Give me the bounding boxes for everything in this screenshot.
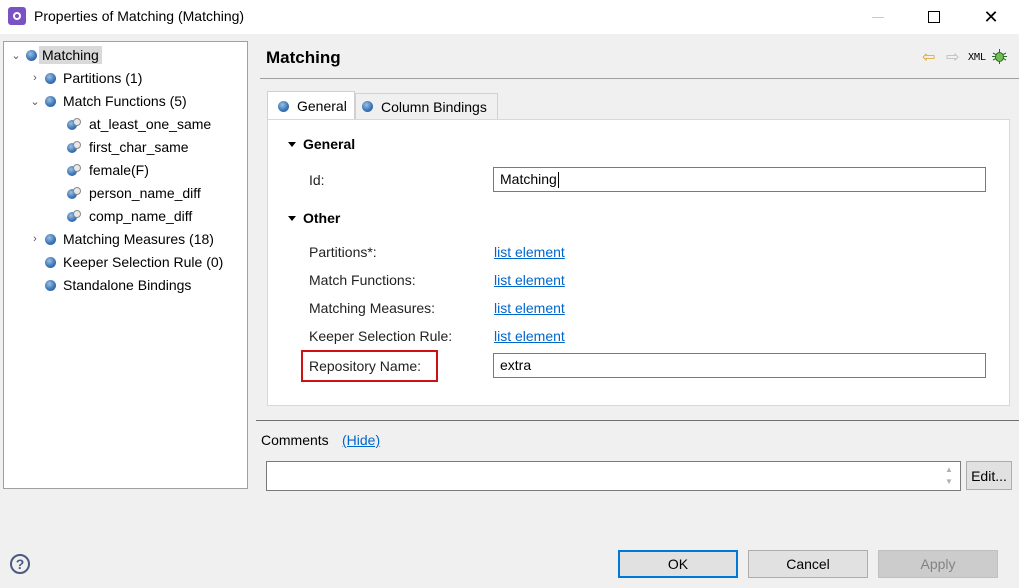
match-functions-list-link[interactable]: list element [494,272,565,288]
partitions-list-link[interactable]: list element [494,244,565,260]
tree-item-matching-measures[interactable]: › Matching Measures (18) [27,228,217,250]
section-title: General [303,136,356,152]
repository-name-value: extra [500,357,532,373]
text-cursor [557,172,559,189]
maximize-icon [928,11,940,23]
partitions-label: Partitions*: [309,244,377,260]
matching-measures-list-link[interactable]: list element [494,300,565,316]
title-bar: Properties of Matching (Matching) ✕ [0,0,1019,34]
cancel-button[interactable]: Cancel [748,550,868,578]
tree-item-matching[interactable]: ⌄ Matching [8,44,102,66]
tree-item-label: at_least_one_same [89,116,212,132]
blue-dot-icon [362,101,373,112]
page-title: Matching [266,48,341,67]
blue-dot-icon [45,95,56,107]
minimize-button[interactable] [855,0,901,34]
function-icon [67,164,81,176]
repository-name-label: Repository Name: [309,358,422,374]
tab-label: General [297,98,347,114]
collapse-triangle-icon [288,215,296,221]
match-functions-label: Match Functions: [309,272,416,288]
tree-item-label: Matching [39,46,102,64]
close-icon: ✕ [983,6,999,27]
app-icon [8,7,26,25]
tree-item-label: Partitions (1) [63,70,143,86]
keeper-selection-rule-list-link[interactable]: list element [494,328,565,344]
function-icon [67,141,81,153]
repository-name-field[interactable]: extra [493,353,986,378]
maximize-button[interactable] [911,0,957,34]
collapse-triangle-icon [288,141,296,147]
blue-dot-icon [45,72,56,84]
blue-dot-icon [278,100,289,112]
blue-dot-icon [45,256,56,268]
id-value: Matching [500,171,557,187]
keeper-selection-rule-label: Keeper Selection Rule: [309,328,453,344]
back-arrow-icon[interactable]: ⇦ [922,47,935,67]
minimize-icon [872,16,884,18]
tree-item-label: Standalone Bindings [63,277,192,293]
id-field[interactable]: Matching [493,167,986,192]
help-icon[interactable]: ? [10,554,30,574]
edit-comments-button[interactable]: Edit... [966,461,1012,490]
function-icon [67,210,81,222]
expand-chevron-icon[interactable]: › [27,72,43,84]
function-icon [67,187,81,199]
navigation-tree[interactable]: ⌄ Matching › Partitions (1) ⌄ Match Func… [3,41,248,489]
tree-item-label: Match Functions (5) [63,93,187,109]
comments-label: Comments [261,432,329,448]
window-title: Properties of Matching (Matching) [34,8,245,24]
hide-comments-link[interactable]: (Hide) [342,432,380,448]
collapse-chevron-icon[interactable]: ⌄ [8,49,24,62]
header-divider [260,78,1019,79]
tree-item-standalone-bindings[interactable]: Standalone Bindings [43,274,194,296]
collapse-chevron-icon[interactable]: ⌄ [27,95,43,108]
blue-dot-icon [26,49,37,61]
tab-general[interactable]: General [267,91,355,120]
xml-icon[interactable]: XML [968,52,986,63]
tree-item-function[interactable]: at_least_one_same [67,113,214,135]
tab-label: Column Bindings [381,98,487,115]
apply-button[interactable]: Apply [878,550,998,578]
comments-input[interactable]: ▲ ▼ [266,461,961,491]
section-general-header[interactable]: General [288,136,355,152]
tree-item-label: person_name_diff [89,185,201,201]
debug-bug-icon[interactable] [992,49,1007,64]
comments-divider [256,420,1019,421]
tree-item-function[interactable]: comp_name_diff [67,205,195,227]
tree-item-partitions[interactable]: › Partitions (1) [27,67,145,89]
tree-item-function[interactable]: person_name_diff [67,182,204,204]
tree-item-function[interactable]: female(F) [67,159,152,181]
tree-item-label: comp_name_diff [89,208,193,224]
expand-chevron-icon[interactable]: › [27,233,43,245]
section-other-header[interactable]: Other [288,210,340,226]
id-label: Id: [309,172,325,188]
blue-dot-icon [45,279,56,291]
ok-button[interactable]: OK [618,550,738,578]
scroll-up-icon[interactable]: ▲ [942,464,956,476]
tree-item-keeper-selection-rule[interactable]: Keeper Selection Rule (0) [43,251,226,273]
scroll-down-icon[interactable]: ▼ [942,476,956,488]
forward-arrow-icon[interactable]: ⇨ [946,47,959,67]
comments-scrollbar[interactable]: ▲ ▼ [942,464,956,488]
tree-item-label: first_char_same [89,139,189,155]
tab-column-bindings[interactable]: Column Bindings [355,93,498,120]
section-title: Other [303,210,341,226]
tree-item-label: Keeper Selection Rule (0) [63,254,224,270]
matching-measures-label: Matching Measures: [309,300,436,316]
function-icon [67,118,81,130]
tree-item-match-functions[interactable]: ⌄ Match Functions (5) [27,90,190,112]
tree-item-function[interactable]: first_char_same [67,136,192,158]
tree-item-label: Matching Measures (18) [63,231,214,247]
close-button[interactable]: ✕ [968,0,1014,34]
blue-dot-icon [45,233,56,245]
tree-item-label: female(F) [89,162,149,178]
